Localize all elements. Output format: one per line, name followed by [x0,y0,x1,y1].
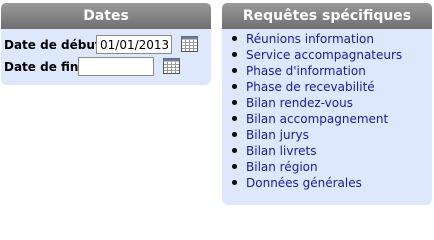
request-item-phase-information: Phase d'information [232,63,402,79]
request-link-service-accompagnateurs[interactable]: Service accompagnateurs [246,48,402,62]
request-item-bilan-rendez-vous: Bilan rendez-vous [232,95,402,111]
request-item-reunions-information: Réunions information [232,31,402,47]
requests-panel-title: Requêtes spécifiques [242,8,412,24]
request-item-bilan-accompagnement: Bilan accompagnement [232,111,402,127]
bullet-icon [232,180,237,185]
request-link-bilan-jurys[interactable]: Bilan jurys [246,128,309,142]
end-date-calendar-icon[interactable] [163,58,180,74]
request-item-phase-recevabilite: Phase de recevabilité [232,79,402,95]
end-date-input[interactable] [78,57,154,76]
requests-panel: Réunions information Service accompagnat… [222,29,432,205]
start-date-calendar-icon[interactable] [181,36,198,52]
start-date-input[interactable] [96,35,172,54]
dates-panel-title: Dates [83,8,129,24]
bullet-icon [232,68,237,73]
request-link-bilan-rendez-vous[interactable]: Bilan rendez-vous [246,96,353,110]
bullet-icon [232,132,237,137]
bullet-icon [232,84,237,89]
request-link-bilan-accompagnement[interactable]: Bilan accompagnement [246,112,388,126]
dates-panel: Date de début Date de fin [1,29,211,85]
bullet-icon [232,164,237,169]
request-item-donnees-generales: Données générales [232,175,402,191]
bullet-icon [232,52,237,57]
request-item-bilan-jurys: Bilan jurys [232,127,402,143]
request-link-donnees-generales[interactable]: Données générales [246,176,362,190]
request-link-bilan-livrets[interactable]: Bilan livrets [246,144,316,158]
requests-list: Réunions information Service accompagnat… [232,31,402,191]
request-item-bilan-livrets: Bilan livrets [232,143,402,159]
request-link-bilan-region[interactable]: Bilan région [246,160,318,174]
request-link-phase-recevabilite[interactable]: Phase de recevabilité [246,80,375,94]
bullet-icon [232,100,237,105]
request-item-service-accompagnateurs: Service accompagnateurs [232,47,402,63]
start-date-label: Date de début [4,38,101,52]
request-link-phase-information[interactable]: Phase d'information [246,64,366,78]
bullet-icon [232,36,237,41]
end-date-label: Date de fin [4,60,79,74]
dates-panel-header: Dates [1,3,211,29]
bullet-icon [232,116,237,121]
bullet-icon [232,148,237,153]
request-link-reunions-information[interactable]: Réunions information [246,32,374,46]
requests-panel-header: Requêtes spécifiques [222,3,432,29]
request-item-bilan-region: Bilan région [232,159,402,175]
